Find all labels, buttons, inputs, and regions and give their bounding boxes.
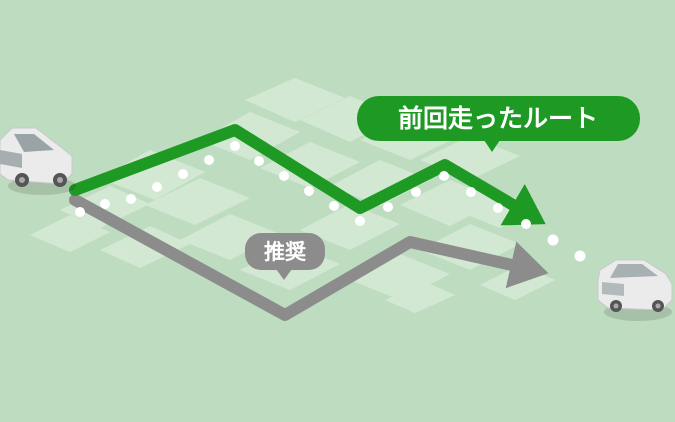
route-illustration: 前回走ったルート 推奨 xyxy=(0,0,675,422)
map-canvas: 前回走ったルート 推奨 xyxy=(0,78,673,321)
previous-route-label: 前回走ったルート xyxy=(398,104,598,133)
recommended-label: 推奨 xyxy=(264,240,307,264)
destination-car-icon xyxy=(597,259,673,321)
start-car-icon xyxy=(0,127,76,195)
